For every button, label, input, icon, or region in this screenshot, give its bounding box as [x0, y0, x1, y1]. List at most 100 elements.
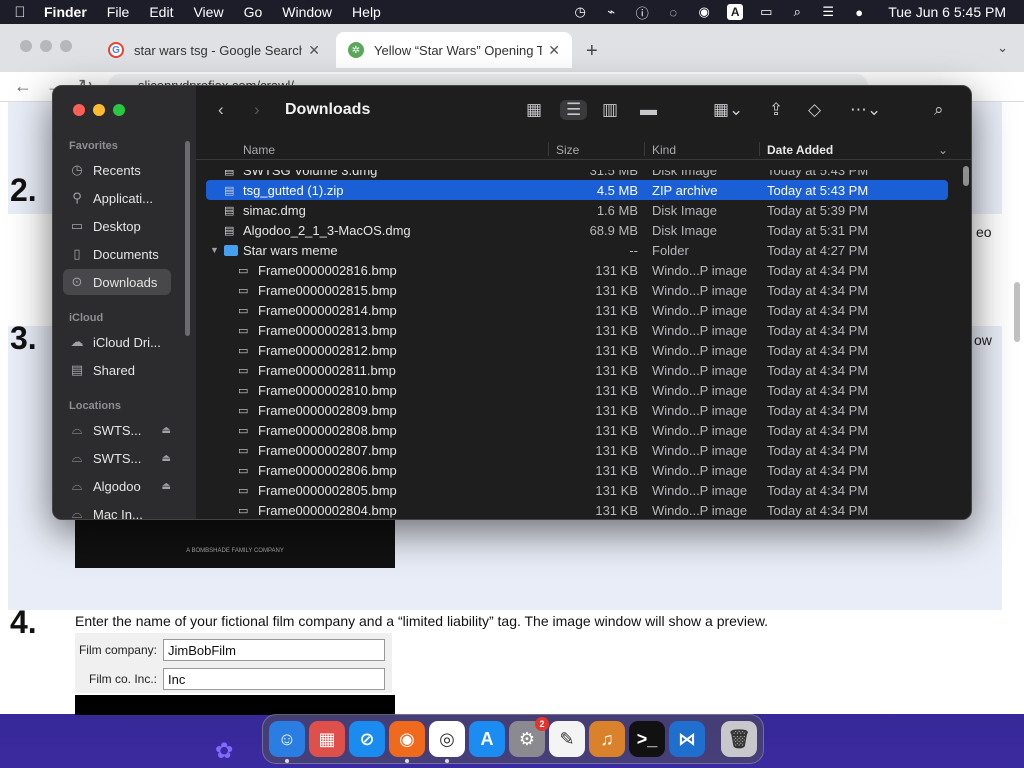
list-view-icon[interactable]: ☰ — [560, 100, 588, 120]
apple-menu-icon[interactable]:  — [10, 4, 30, 21]
airdrop-icon[interactable]: ◌ — [665, 4, 681, 20]
column-kind-header[interactable]: Kind — [652, 143, 676, 157]
sidebar-item-shared[interactable]: ▤ Shared — [63, 357, 171, 383]
file-row[interactable]: ▭ Frame0000002810.bmp 131 KB Windo...P imag… — [206, 380, 948, 400]
browser-close-button[interactable] — [20, 40, 32, 52]
menu-view[interactable]: View — [193, 4, 223, 20]
file-row[interactable]: ▭ Frame0000002805.bmp 131 KB Windo...P imag… — [206, 480, 948, 500]
finder-close-button[interactable] — [73, 104, 85, 116]
column-divider[interactable] — [548, 142, 549, 156]
browser-minimize-button[interactable] — [40, 40, 52, 52]
film-inc-input[interactable] — [163, 668, 385, 690]
column-name-header[interactable]: Name — [243, 143, 275, 157]
chrome-app[interactable]: ◎ — [429, 721, 465, 763]
sidebar-item-applications[interactable]: ⚲ Applicati... — [63, 185, 171, 211]
column-date-added-header[interactable]: Date Added — [767, 143, 833, 157]
file-list-scrollbar[interactable] — [963, 166, 969, 186]
forward-chevron-icon[interactable]: › — [254, 100, 260, 120]
sidebar-item-mac-install[interactable]: ⌓ Mac In... — [63, 501, 171, 519]
menu-finder[interactable]: Finder — [44, 4, 87, 20]
file-row[interactable]: ▭ Frame0000002812.bmp 131 KB Windo...P imag… — [206, 340, 948, 360]
column-size-header[interactable]: Size — [556, 143, 579, 157]
sidebar-item-downloads[interactable]: ⊙ Downloads — [63, 269, 171, 295]
menu-clock[interactable]: Tue Jun 6 5:45 PM — [888, 4, 1006, 20]
menu-file[interactable]: File — [107, 4, 130, 20]
hotspot-icon[interactable]: ⌁ — [603, 4, 619, 20]
gallery-view-icon[interactable]: ▬ — [640, 100, 657, 120]
vscode-app[interactable]: ⋈ — [669, 721, 705, 757]
firefox-app[interactable]: ◉ — [389, 721, 425, 763]
siri-icon[interactable]: ● — [851, 4, 867, 20]
garageband-app[interactable]: ♫ — [589, 721, 625, 757]
sidebar-item-desktop[interactable]: ▭ Desktop — [63, 213, 171, 239]
file-row[interactable]: ▭ Frame0000002813.bmp 131 KB Windo...P imag… — [206, 320, 948, 340]
film-company-input[interactable] — [163, 639, 385, 661]
file-row[interactable]: ▭ Frame0000002808.bmp 131 KB Windo...P imag… — [206, 420, 948, 440]
column-divider[interactable] — [644, 142, 645, 156]
back-arrow-icon[interactable]: ← — [14, 76, 32, 97]
search-icon[interactable]: ⌕ — [934, 100, 944, 120]
screen-mirroring-icon[interactable]: ▭ — [758, 4, 774, 20]
browser-tab-star-wars-opening[interactable]: ✲ Yellow “Star Wars” Opening Te ✕ — [336, 32, 572, 68]
sidebar-item-documents[interactable]: ▯ Documents — [63, 241, 171, 267]
eject-icon[interactable]: ⏏ — [162, 425, 171, 436]
sidebar-item-icloud-drive[interactable]: ☁ iCloud Dri... — [63, 329, 171, 355]
user-icon[interactable]: ◉ — [696, 4, 712, 20]
action-menu-icon[interactable]: ⋯⌄ — [850, 100, 881, 120]
textedit-app[interactable]: ✎ — [549, 721, 585, 757]
tab-close-icon[interactable]: ✕ — [548, 42, 560, 59]
column-view-icon[interactable]: ▥ — [602, 100, 618, 120]
browser-tab-google-search[interactable]: G star wars tsg - Google Search ✕ — [96, 32, 332, 68]
column-divider[interactable] — [759, 142, 760, 156]
accessibility-icon[interactable]: ⓘ — [634, 4, 650, 21]
tab-search-chevron-icon[interactable]: ⌄ — [997, 40, 1008, 56]
browser-zoom-button[interactable] — [60, 40, 72, 52]
page-scrollbar[interactable] — [1014, 282, 1020, 342]
sidebar-item-recents[interactable]: ◷ Recents — [63, 157, 171, 183]
disclosure-triangle-icon[interactable]: ▼ — [210, 245, 219, 255]
tag-icon[interactable]: ◇ — [808, 100, 821, 120]
control-center-icon[interactable]: ☰ — [820, 4, 836, 20]
share-icon[interactable]: ⇪ — [769, 100, 783, 120]
menu-window[interactable]: Window — [282, 4, 332, 20]
app-store-app[interactable]: A — [469, 721, 505, 757]
menu-help[interactable]: Help — [352, 4, 381, 20]
tab-close-icon[interactable]: ✕ — [308, 42, 320, 59]
folder-row[interactable]: ▼ Star wars meme -- Folder Today at 4:27 PM — [206, 240, 948, 260]
file-row[interactable]: ▤ SWTSG Volume 3.dmg 31.5 MB Disk Image Toda… — [206, 170, 948, 180]
spotlight-search-icon[interactable]: ⌕ — [789, 4, 805, 20]
file-row[interactable]: ▭ Frame0000002804.bmp 131 KB Windo...P imag… — [206, 500, 948, 519]
group-by-icon[interactable]: ▦⌄ — [713, 100, 743, 120]
icon-view-icon[interactable]: ▦ — [526, 100, 542, 120]
sort-chevron-down-icon[interactable]: ⌄ — [938, 143, 948, 157]
file-row[interactable]: ▭ Frame0000002806.bmp 131 KB Windo...P imag… — [206, 460, 948, 480]
file-row[interactable]: ▤ simac.dmg 1.6 MB Disk Image Today at 5:39 … — [206, 200, 948, 220]
file-row[interactable]: ▤ Algodoo_2_1_3-MacOS.dmg 68.9 MB Disk Imag… — [206, 220, 948, 240]
finder-minimize-button[interactable] — [93, 104, 105, 116]
file-row[interactable]: ▭ Frame0000002814.bmp 131 KB Windo...P imag… — [206, 300, 948, 320]
new-tab-icon[interactable]: + — [586, 40, 598, 63]
finder-zoom-button[interactable] — [113, 104, 125, 116]
file-row[interactable]: ▭ Frame0000002815.bmp 131 KB Windo...P imag… — [206, 280, 948, 300]
terminal-app[interactable]: >_ — [629, 721, 665, 757]
time-machine-icon[interactable]: ◷ — [572, 4, 588, 20]
sidebar-item-swts-1[interactable]: ⌓ SWTS... ⏏ — [63, 417, 171, 443]
file-row[interactable]: ▭ Frame0000002809.bmp 131 KB Windo...P imag… — [206, 400, 948, 420]
menu-go[interactable]: Go — [244, 4, 263, 20]
file-row[interactable]: ▭ Frame0000002816.bmp 131 KB Windo...P imag… — [206, 260, 948, 280]
file-row[interactable]: ▭ Frame0000002807.bmp 131 KB Windo...P imag… — [206, 440, 948, 460]
input-source-icon[interactable]: A — [727, 4, 744, 20]
safari-app[interactable]: ⊘ — [349, 721, 385, 757]
sidebar-item-swts-2[interactable]: ⌓ SWTS... ⏏ — [63, 445, 171, 471]
eject-icon[interactable]: ⏏ — [162, 453, 171, 464]
launchpad-app[interactable]: ▦ — [309, 721, 345, 757]
sidebar-item-algodoo[interactable]: ⌓ Algodoo ⏏ — [63, 473, 171, 499]
sidebar-scrollbar[interactable] — [185, 141, 190, 336]
menu-edit[interactable]: Edit — [149, 4, 173, 20]
finder-app[interactable]: ☺ — [269, 721, 305, 763]
system-settings-app[interactable]: ⚙ 2 — [509, 717, 549, 757]
file-row[interactable]: ▭ Frame0000002811.bmp 131 KB Windo...P imag… — [206, 360, 948, 380]
file-row[interactable]: ▤ tsg_gutted (1).zip 4.5 MB ZIP archive Toda… — [206, 180, 948, 200]
eject-icon[interactable]: ⏏ — [162, 481, 171, 492]
back-chevron-icon[interactable]: ‹ — [218, 100, 224, 120]
